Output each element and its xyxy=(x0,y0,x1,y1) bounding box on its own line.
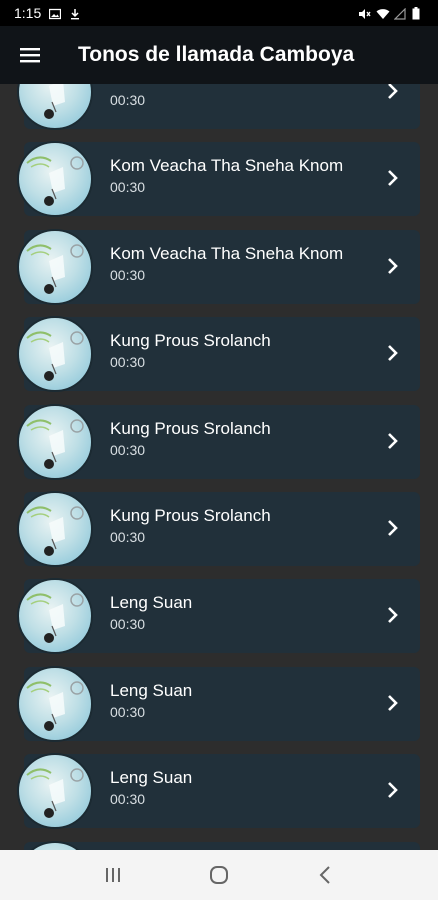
status-time: 1:15 xyxy=(14,5,42,21)
ringtone-duration: 00:30 xyxy=(110,791,146,808)
ringtone-duration: 00:30 xyxy=(110,528,146,545)
ringtone-duration: 00:30 xyxy=(110,179,146,196)
ringtone-title: Kom Veacha Tha Sneha Knom xyxy=(110,84,343,89)
ringtone-thumbnail xyxy=(17,840,93,850)
chevron-right-icon[interactable] xyxy=(386,84,400,101)
ringtone-title: Kung Prous Srolanch xyxy=(110,418,271,438)
chevron-right-icon[interactable] xyxy=(386,431,400,451)
ringtone-thumbnail xyxy=(17,141,93,218)
ringtone-thumbnail xyxy=(17,228,93,305)
hamburger-menu-icon[interactable] xyxy=(0,26,60,84)
ringtone-title: Kom Veacha Tha Sneha Knom xyxy=(110,156,344,176)
ringtone-duration: 00:30 xyxy=(110,616,146,633)
list-item[interactable]: Kom Veacha Tha Sneha Knom 00:30 xyxy=(0,223,438,310)
signal-icon xyxy=(393,7,406,20)
list-item[interactable]: Kom Veacha Tha Sneha Knom 00:30 xyxy=(0,84,438,135)
list-item[interactable]: Kung Prous Srolanch 00:30 xyxy=(0,485,438,572)
ringtone-duration: 00:30 xyxy=(110,703,146,720)
ringtone-duration: 00:30 xyxy=(110,92,146,108)
download-icon xyxy=(69,7,81,20)
back-icon[interactable] xyxy=(305,855,345,895)
list-item[interactable]: Leng Suan 00:30 xyxy=(0,660,438,747)
ringtone-thumbnail xyxy=(17,665,93,742)
ringtone-thumbnail xyxy=(17,753,93,830)
app-bar: Tonos de llamada Camboya xyxy=(0,26,438,84)
page-title: Tonos de llamada Camboya xyxy=(78,43,355,66)
list-item[interactable]: Leng Suan 00:30 xyxy=(0,572,438,659)
gallery-icon xyxy=(49,7,62,20)
mute-icon xyxy=(358,7,371,19)
chevron-right-icon[interactable] xyxy=(386,605,400,625)
wifi-icon xyxy=(376,7,390,19)
ringtone-duration: 00:30 xyxy=(110,354,146,371)
list-item[interactable]: Kung Prous Srolanch 00:30 xyxy=(0,310,438,397)
list-item[interactable]: Kung Prous Srolanch 00:30 xyxy=(0,398,438,485)
ringtone-thumbnail xyxy=(17,403,93,480)
ringtone-title: Leng Suan xyxy=(110,680,193,700)
chevron-right-icon[interactable] xyxy=(386,780,400,800)
home-icon[interactable] xyxy=(199,855,239,895)
ringtone-thumbnail xyxy=(17,316,93,393)
chevron-right-icon[interactable] xyxy=(386,518,400,538)
recent-apps-icon[interactable] xyxy=(93,855,133,895)
ringtone-title: Leng Suan xyxy=(110,768,193,788)
ringtone-thumbnail xyxy=(17,490,93,567)
status-bar: 1:15 xyxy=(0,0,438,26)
chevron-right-icon[interactable] xyxy=(386,168,400,188)
ringtone-thumbnail xyxy=(17,578,93,655)
ringtone-title: Kom Veacha Tha Sneha Knom xyxy=(110,243,344,263)
ringtone-duration: 00:30 xyxy=(110,441,146,458)
chevron-right-icon[interactable] xyxy=(386,256,400,276)
ringtone-list[interactable]: Kom Veacha Tha Sneha Knom00:30Kom Veacha… xyxy=(0,84,438,850)
ringtone-thumbnail xyxy=(17,84,93,130)
chevron-right-icon[interactable] xyxy=(386,693,400,713)
ringtone-duration: 00:30 xyxy=(110,266,146,283)
list-item[interactable]: Leng Suan 00:30 xyxy=(0,747,438,834)
system-nav-bar xyxy=(0,850,438,900)
list-item[interactable] xyxy=(0,835,438,850)
battery-icon xyxy=(412,7,424,20)
chevron-right-icon[interactable] xyxy=(386,343,400,363)
ringtone-title: Leng Suan xyxy=(110,593,193,613)
list-item[interactable]: Kom Veacha Tha Sneha Knom 00:30 xyxy=(0,135,438,222)
ringtone-title: Kung Prous Srolanch xyxy=(110,331,271,351)
ringtone-title: Kung Prous Srolanch xyxy=(110,505,271,525)
